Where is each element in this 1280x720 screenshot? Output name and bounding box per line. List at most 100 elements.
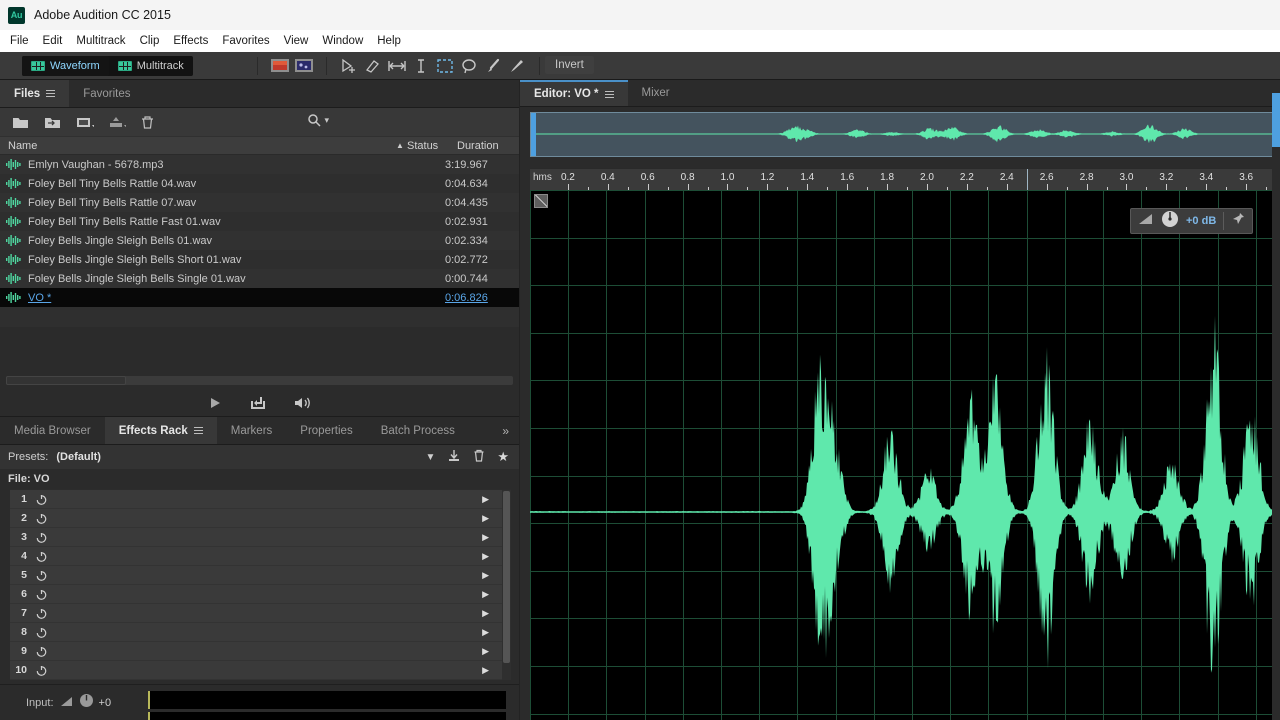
text-cursor-icon[interactable]: [410, 55, 432, 77]
power-icon[interactable]: [32, 665, 50, 676]
panel-menu-icon[interactable]: [194, 426, 203, 435]
tab-files[interactable]: Files: [0, 80, 69, 107]
waveform-shape-icon[interactable]: [1138, 212, 1154, 230]
menu-clip[interactable]: Clip: [140, 33, 168, 49]
power-icon[interactable]: [32, 570, 50, 581]
menu-effects[interactable]: Effects: [173, 33, 216, 49]
power-icon[interactable]: [32, 551, 50, 562]
effects-vertical-scrollbar[interactable]: [502, 490, 511, 680]
power-icon[interactable]: [32, 608, 50, 619]
power-icon[interactable]: [32, 589, 50, 600]
close-file-icon[interactable]: [140, 114, 158, 130]
effect-slot[interactable]: 6▶: [10, 585, 511, 604]
scrollbar-thumb[interactable]: [6, 376, 126, 385]
table-row[interactable]: Foley Bell Tiny Bells Rattle 04.wav0:04.…: [0, 174, 519, 193]
time-selection-tool-icon[interactable]: [386, 55, 408, 77]
tab-properties[interactable]: Properties: [286, 417, 366, 444]
effect-slot-chevron-icon[interactable]: ▶: [482, 589, 489, 600]
effect-slot-chevron-icon[interactable]: ▶: [482, 646, 489, 657]
table-row[interactable]: Foley Bells Jingle Sleigh Bells 01.wav0:…: [0, 231, 519, 250]
effect-slot-chevron-icon[interactable]: ▶: [482, 513, 489, 524]
slip-tool-icon[interactable]: [362, 55, 384, 77]
table-row[interactable]: Foley Bell Tiny Bells Rattle Fast 01.wav…: [0, 212, 519, 231]
menu-multitrack[interactable]: Multitrack: [76, 33, 133, 49]
waveform-display[interactable]: [530, 190, 1280, 720]
effect-slot-chevron-icon[interactable]: ▶: [482, 494, 489, 505]
menu-edit[interactable]: Edit: [43, 33, 71, 49]
power-icon[interactable]: [32, 627, 50, 638]
effect-slot-chevron-icon[interactable]: ▶: [482, 627, 489, 638]
tab-markers[interactable]: Markers: [217, 417, 287, 444]
power-icon[interactable]: [32, 494, 50, 505]
volume-icon[interactable]: [294, 396, 312, 410]
move-tool-icon[interactable]: [338, 55, 360, 77]
tab-effects-rack[interactable]: Effects Rack: [105, 417, 217, 444]
invert-button[interactable]: Invert: [545, 56, 594, 74]
delete-preset-icon[interactable]: [473, 449, 485, 465]
spot-healing-brush-tool-icon[interactable]: [506, 55, 528, 77]
menu-view[interactable]: View: [284, 33, 317, 49]
effect-slot[interactable]: 5▶: [10, 566, 511, 585]
favorite-star-icon[interactable]: ★: [497, 449, 509, 465]
scrollbar-thumb[interactable]: [503, 491, 510, 663]
input-level-meter[interactable]: [148, 691, 506, 709]
power-icon[interactable]: [32, 513, 50, 524]
pin-icon[interactable]: [1231, 212, 1245, 231]
tab-batch-process[interactable]: Batch Process: [367, 417, 469, 444]
effect-slot[interactable]: 7▶: [10, 604, 511, 623]
panel-menu-icon[interactable]: [46, 89, 55, 98]
effect-slot[interactable]: 1▶: [10, 490, 511, 509]
column-header-duration[interactable]: Duration: [457, 140, 519, 152]
lasso-selection-tool-icon[interactable]: [458, 55, 480, 77]
input-gain-value[interactable]: +0: [99, 697, 112, 709]
menu-help[interactable]: Help: [377, 33, 409, 49]
files-horizontal-scrollbar[interactable]: [0, 373, 519, 389]
timeline-ruler[interactable]: hms 0.20.40.60.81.01.21.41.61.82.02.22.4…: [530, 168, 1280, 190]
new-file-icon[interactable]: [76, 114, 94, 130]
navigator-playhead[interactable]: [531, 113, 536, 156]
effect-slot[interactable]: 4▶: [10, 547, 511, 566]
table-row[interactable]: VO *0:06.826: [0, 288, 519, 307]
effect-slot-chevron-icon[interactable]: ▶: [482, 608, 489, 619]
search-dropdown-icon[interactable]: ▾: [324, 115, 329, 126]
tab-editor-vo[interactable]: Editor: VO *: [520, 80, 628, 106]
tabs-overflow-icon[interactable]: »: [492, 417, 519, 444]
menu-favorites[interactable]: Favorites: [222, 33, 277, 49]
paintbrush-selection-tool-icon[interactable]: [482, 55, 504, 77]
table-row[interactable]: Foley Bell Tiny Bells Rattle 07.wav0:04.…: [0, 193, 519, 212]
input-gain-knob-icon[interactable]: [79, 693, 94, 713]
effect-slot-chevron-icon[interactable]: ▶: [482, 570, 489, 581]
marquee-selection-tool-icon[interactable]: [434, 55, 456, 77]
play-icon[interactable]: [208, 396, 222, 410]
loop-icon[interactable]: [250, 396, 266, 410]
gain-knob-icon[interactable]: [1161, 210, 1179, 233]
save-preset-icon[interactable]: [447, 449, 461, 465]
effect-slot[interactable]: 9▶: [10, 642, 511, 661]
zoom-navigator[interactable]: [530, 112, 1280, 157]
effect-slot-chevron-icon[interactable]: ▶: [482, 551, 489, 562]
open-file-icon[interactable]: [12, 114, 30, 130]
effect-slot[interactable]: 10▶: [10, 661, 511, 680]
power-icon[interactable]: [32, 532, 50, 543]
power-icon[interactable]: [32, 646, 50, 657]
channel-resize-handle-icon[interactable]: [534, 194, 548, 208]
effect-slot[interactable]: 3▶: [10, 528, 511, 547]
column-header-status[interactable]: Status: [407, 140, 457, 152]
chevron-down-icon[interactable]: ▼: [425, 452, 435, 463]
sort-ascending-icon[interactable]: ▲: [393, 141, 407, 150]
effect-slot-chevron-icon[interactable]: ▶: [482, 665, 489, 676]
spectral-frequency-display-icon[interactable]: [269, 55, 291, 77]
table-row[interactable]: Emlyn Vaughan - 5678.mp33:19.967: [0, 155, 519, 174]
editor-hud[interactable]: +0 dB: [1130, 208, 1253, 234]
search-input[interactable]: ▾: [307, 113, 329, 127]
ruler-playhead[interactable]: [1027, 169, 1028, 190]
tab-media-browser[interactable]: Media Browser: [0, 417, 105, 444]
input-level-meter-secondary[interactable]: [148, 712, 506, 720]
panel-menu-icon[interactable]: [605, 90, 614, 99]
presets-value[interactable]: (Default): [56, 451, 101, 463]
tab-mixer[interactable]: Mixer: [628, 80, 684, 106]
menu-window[interactable]: Window: [322, 33, 371, 49]
export-file-icon[interactable]: [108, 114, 126, 130]
import-file-icon[interactable]: [44, 114, 62, 130]
effect-slot[interactable]: 8▶: [10, 623, 511, 642]
